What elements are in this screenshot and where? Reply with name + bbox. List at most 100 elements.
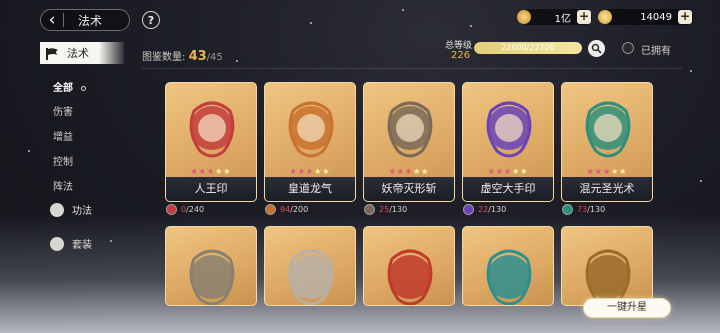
filter-all-label: 全部 [53,83,73,94]
gem-resource: 14049 + [598,9,693,25]
star-icon: ★ [619,167,628,176]
back-button[interactable]: ‹ 法术 [40,9,130,31]
separator [63,13,64,27]
spell-card[interactable]: ★★★★★ 混元圣光术 [561,82,653,202]
filter-control[interactable]: 控制 [53,153,73,168]
shard-total: /130 [587,205,606,214]
tab-spells-label: 法术 [67,47,89,60]
lotus-icon [50,202,64,217]
spell-art-icon [189,249,235,305]
star-icon: ★ [190,167,199,176]
star-icon: ★ [602,167,612,176]
spell-card[interactable]: ★★★★★ 皇道龙气 [264,82,356,202]
star-icon: ★ [404,167,414,176]
shard-progress: 73/130 [562,204,605,215]
tab-sets[interactable]: 套装 [50,236,92,251]
spell-name: 妖帝灭形斩 [364,177,454,201]
spell-card[interactable] [363,226,455,306]
tab-techniques[interactable]: 功法 [50,202,92,217]
star-icon: ★ [594,167,603,176]
search-icon [591,43,602,54]
spell-card[interactable]: ★★★★★ 人王印 [165,82,257,202]
star-icon: ★ [396,167,405,176]
coin-value: 1亿 [554,13,571,25]
shard-total: /200 [290,205,309,214]
spell-card[interactable]: ★★★★★ 妖帝灭形斩 [363,82,455,202]
spell-card[interactable] [264,226,356,306]
shard-icon [166,204,177,215]
star-icon: ★ [487,167,496,176]
page-title: 法术 [78,13,103,28]
spell-name: 虚空大手印 [463,177,553,201]
collection-count: 图鉴数量: 43/45 [142,48,223,64]
filter-all[interactable]: 全部 [53,79,86,94]
star-icon: ★ [297,167,306,176]
spell-card[interactable] [462,226,554,306]
star-icon: ★ [388,167,397,176]
star-icon: ★ [421,167,430,176]
filter-formation[interactable]: 阵法 [53,178,73,193]
star-icon: ★ [586,167,595,176]
spell-card[interactable] [561,226,653,306]
star-rating: ★★★★★ [364,167,454,176]
collection-label: 图鉴数量: [142,52,186,63]
shard-icon [364,204,375,215]
collection-current: 43 [188,49,207,64]
star-icon: ★ [520,167,529,176]
level-progress-text: 22600/22700 [501,43,555,52]
star-icon: ★ [198,167,207,176]
coin-icon [517,10,531,24]
tab-spells[interactable]: 法术 [40,42,124,64]
shard-icon [562,204,573,215]
shard-progress: 22/130 [463,204,506,215]
gem-icon [598,10,612,24]
coin-resource: 1亿 + [517,9,592,25]
spell-art-icon [486,101,532,158]
spell-art-icon [387,249,433,305]
star-icon: ★ [206,167,216,176]
star-rating: ★★★★★ [463,167,553,176]
tab-techniques-label: 功法 [72,206,92,217]
shard-progress: 94/200 [265,204,308,215]
star-icon: ★ [223,167,232,176]
star-icon: ★ [305,167,315,176]
upgrade-all-button[interactable]: 一键升星 [583,298,671,318]
divider [142,68,682,69]
owned-toggle[interactable] [622,42,634,54]
star-rating: ★★★★★ [265,167,355,176]
help-icon[interactable]: ? [142,11,160,29]
add-gem-button[interactable]: + [678,10,692,24]
spell-art-icon [288,249,334,305]
shard-total: /240 [186,205,205,214]
spell-card[interactable] [165,226,257,306]
shard-current: 73 [577,205,588,214]
level-progress-bar: 22600/22700 [474,42,582,54]
shard-icon [463,204,474,215]
star-icon: ★ [495,167,504,176]
shard-icon [265,204,276,215]
level-value: 226 [451,50,471,61]
spell-art-icon [189,101,235,158]
tab-sets-label: 套装 [72,240,92,251]
spell-card[interactable]: ★★★★★ 虚空大手印 [462,82,554,202]
spell-art-icon [585,101,631,158]
flag-icon [45,46,61,60]
spell-art-icon [486,249,532,305]
add-coin-button[interactable]: + [577,10,591,24]
spell-art-icon [288,101,334,158]
spell-name: 皇道龙气 [265,177,355,201]
shard-current: 25 [379,205,390,214]
shard-progress: 25/130 [364,204,407,215]
star-icon: ★ [322,167,331,176]
shard-total: /130 [389,205,408,214]
spell-art-icon [387,101,433,158]
shard-current: 94 [280,205,291,214]
spell-name: 混元圣光术 [562,177,652,201]
star-rating: ★★★★★ [166,167,256,176]
owned-label: 已拥有 [641,46,671,57]
shard-total: /130 [488,205,507,214]
filter-buff[interactable]: 增益 [53,128,73,143]
search-button[interactable] [588,40,605,57]
shard-progress: 0/240 [166,204,204,215]
filter-damage[interactable]: 伤害 [53,103,73,118]
